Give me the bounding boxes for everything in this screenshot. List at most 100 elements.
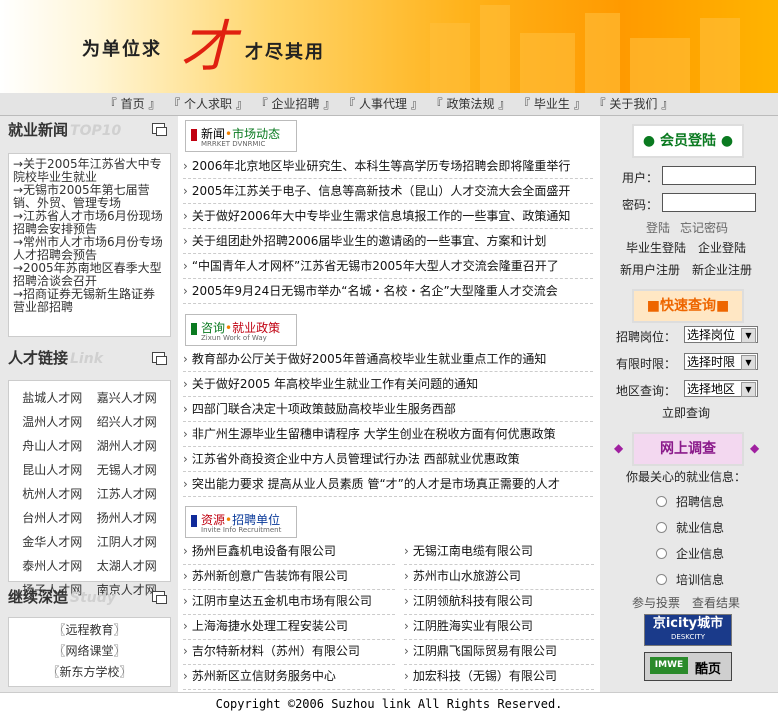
company-link[interactable]: 苏州新创意广告装饰有限公司 (183, 564, 395, 590)
password-input[interactable] (662, 193, 756, 212)
market-news-header: 新闻•市场动态 MRRKET DVNRMIC (185, 120, 297, 152)
window-icon[interactable] (152, 123, 167, 136)
policy-row[interactable]: 关于做好2005 年高校毕业生就业工作有关问题的通知 (183, 372, 593, 397)
link-item[interactable]: 嘉兴人才网 (90, 389, 165, 406)
survey-radio[interactable] (656, 496, 667, 507)
news-row[interactable]: 关于做好2006年大中专毕业生需求信息填报工作的一些事宜、政策通知 (183, 204, 593, 229)
section-title-b: 招聘单位 (232, 513, 281, 527)
company-link[interactable]: 江阴胜海实业有限公司 (404, 614, 594, 640)
position-select[interactable]: 选择岗位 ▼ (684, 326, 758, 343)
company-link[interactable]: 江阴领航科技有限公司 (404, 589, 594, 615)
login-link[interactable]: 登陆 (646, 219, 670, 236)
links-title-text: 人才链接 (8, 349, 69, 367)
nav-policy[interactable]: 『 政策法规 』 (431, 97, 511, 111)
link-item[interactable]: 泰州人才网 (15, 557, 90, 574)
nav-job-seeking[interactable]: 『 个人求职 』 (168, 97, 248, 111)
period-label: 有限时限： (616, 357, 677, 371)
link-item[interactable]: 杭州人才网 (15, 485, 90, 502)
news-item[interactable]: →2005年苏南地区春季大型招聘洽谈会召开 (13, 262, 166, 288)
company-link[interactable]: 江阴市皇达五金机电市场有限公司 (183, 589, 395, 615)
news-item[interactable]: →常州市人才市场6月份专场人才招聘会预告 (13, 236, 166, 262)
new-user-register-link[interactable]: 新用户注册 (620, 261, 680, 278)
news-item[interactable]: →无锡市2005年第七届营销、外贸、管理专场 (13, 184, 166, 210)
news-row[interactable]: 2005年9月24日无锡市举办“名城・名校・名企”大型隆重人才交流会 (183, 279, 593, 304)
news-item[interactable]: →招商证券无锡新生路证券营业部招聘 (13, 288, 166, 314)
survey-radio[interactable] (656, 522, 667, 533)
company-link[interactable]: 加宏科技（无锡）有限公司 (404, 664, 594, 690)
link-item[interactable]: 江阴人才网 (90, 533, 165, 550)
kuye-logo[interactable]: IMWE 酷页 (644, 652, 732, 681)
link-item[interactable]: 金华人才网 (15, 533, 90, 550)
news-row[interactable]: 2006年北京地区毕业研究生、本科生等高学历专场招聘会即将隆重举行 (183, 154, 593, 179)
company-link[interactable]: 吉尔特新材料（苏州）有限公司 (183, 639, 395, 665)
link-item[interactable]: 太湖人才网 (90, 557, 165, 574)
search-now-button[interactable]: 立即查询 (662, 404, 710, 421)
company-login-link[interactable]: 企业登陆 (698, 239, 746, 256)
nav-recruitment[interactable]: 『 企业招聘 』 (256, 97, 336, 111)
region-label: 地区查询： (616, 384, 677, 398)
company-link[interactable]: 苏州新区立信财务服务中心 (183, 664, 395, 690)
section-title-a: 资源 (201, 513, 226, 527)
link-item[interactable]: 舟山人才网 (15, 437, 90, 454)
company-link[interactable]: 江阴鼎飞国际贸易有限公司 (404, 639, 594, 665)
window-icon[interactable] (152, 591, 167, 604)
news-title-text: 就业新闻 (8, 121, 69, 139)
news-item[interactable]: →关于2005年江苏省大中专院校毕业生就业 (13, 158, 166, 184)
links-section-title: 人才链接 Link (8, 347, 103, 368)
company-link[interactable]: 苏州市山水旅游公司 (404, 564, 594, 590)
window-icon[interactable] (152, 352, 167, 365)
link-item[interactable]: 江苏人才网 (90, 485, 165, 502)
position-label: 招聘岗位： (616, 330, 677, 344)
study-title-text: 继续深造 (8, 588, 69, 606)
link-item[interactable]: 湖州人才网 (90, 437, 165, 454)
view-results-link[interactable]: 查看结果 (692, 594, 740, 611)
region-select[interactable]: 选择地区 ▼ (684, 380, 758, 397)
banner-building (520, 33, 575, 93)
study-item[interactable]: 〖新东方学校〗 (9, 662, 170, 683)
policy-row[interactable]: 非广州生源毕业生留穗申请程序 大学生创业在税收方面有何优惠政策 (183, 422, 593, 447)
banner-slogan-right: 才尽其用 (245, 42, 325, 63)
nav-hr-agency[interactable]: 『 人事代理 』 (343, 97, 423, 111)
policy-row[interactable]: 突出能力要求 提高从业人员素质 管“才”的人才是市场真正需要的人才 (183, 472, 593, 497)
vote-link[interactable]: 参与投票 (632, 594, 680, 611)
link-item[interactable]: 盐城人才网 (15, 389, 90, 406)
survey-radio[interactable] (656, 574, 667, 585)
nav-home[interactable]: 『 首页 』 (105, 97, 161, 111)
main-nav: 『 首页 』 『 个人求职 』 『 企业招聘 』 『 人事代理 』 『 政策法规… (0, 93, 778, 116)
company-link[interactable]: 上海海捷水处理工程安装公司 (183, 614, 395, 640)
policy-row[interactable]: 江苏省外商投资企业中方人员管理试行办法 西部就业优惠政策 (183, 447, 593, 472)
company-link[interactable]: 无锡江南电缆有限公司 (404, 539, 594, 565)
policy-row[interactable]: 教育部办公厅关于做好2005年普通高校毕业生就业重点工作的通知 (183, 347, 593, 372)
survey-option: 就业信息 (676, 521, 725, 535)
graduate-login-link[interactable]: 毕业生登陆 (626, 239, 686, 256)
section-title-a: 咨询 (201, 321, 226, 335)
news-section-title: 就业新闻 TOP10 (8, 119, 121, 140)
chevron-down-icon: ▼ (741, 328, 756, 343)
survey-title: 网上调查 (632, 432, 744, 466)
company-link[interactable]: 扬州巨鑫机电设备有限公司 (183, 539, 395, 565)
study-item[interactable]: 〖远程教育〗 (9, 620, 170, 641)
survey-title-text: 网上调查 (660, 441, 716, 457)
nav-about[interactable]: 『 关于我们 』 (594, 97, 674, 111)
nav-graduates[interactable]: 『 毕业生 』 (518, 97, 586, 111)
deskcity-logo[interactable]: 京icity城市 DESKCITY (644, 614, 732, 646)
survey-radio[interactable] (656, 548, 667, 559)
news-item[interactable]: →江苏省人才市场6月份现场招聘会安排预告 (13, 210, 166, 236)
forgot-password-link[interactable]: 忘记密码 (680, 219, 728, 236)
link-item[interactable]: 台州人才网 (15, 509, 90, 526)
link-item[interactable]: 温州人才网 (15, 413, 90, 430)
period-select[interactable]: 选择时限 ▼ (684, 353, 758, 370)
news-row[interactable]: 关于组团赴外招聘2006届毕业生的邀请函的一些事宜、方案和计划 (183, 229, 593, 254)
position-select-value: 选择岗位 (687, 328, 736, 342)
study-item[interactable]: 〖网络课堂〗 (9, 641, 170, 662)
link-item[interactable]: 昆山人才网 (15, 461, 90, 478)
username-input[interactable] (662, 166, 756, 185)
username-label: 用户： (622, 171, 659, 185)
link-item[interactable]: 绍兴人才网 (90, 413, 165, 430)
new-company-register-link[interactable]: 新企业注册 (692, 261, 752, 278)
news-row[interactable]: “中国青年人才网杯”江苏省无锡市2005年大型人才交流会隆重召开了 (183, 254, 593, 279)
policy-row[interactable]: 四部门联合决定十项政策鼓励高校毕业生服务西部 (183, 397, 593, 422)
link-item[interactable]: 无锡人才网 (90, 461, 165, 478)
news-row[interactable]: 2005年江苏关于电子、信息等高新技术（昆山）人才交流大会全面盛开 (183, 179, 593, 204)
link-item[interactable]: 扬州人才网 (90, 509, 165, 526)
